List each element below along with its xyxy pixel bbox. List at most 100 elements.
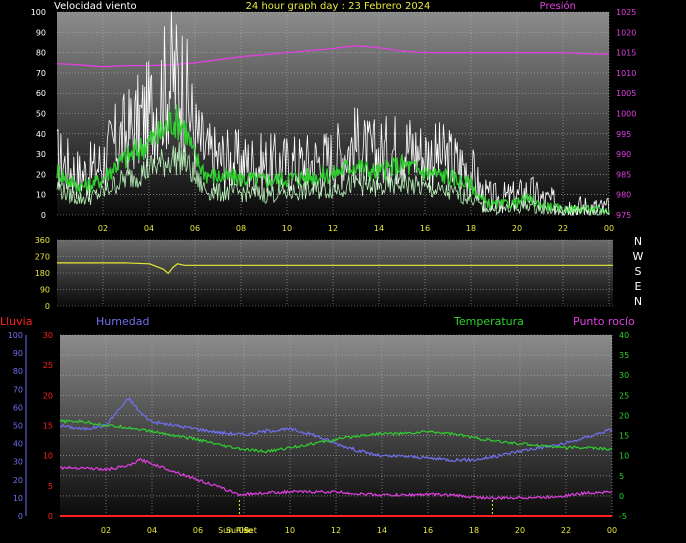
x-tick-label: 04	[144, 224, 154, 233]
temperature-axis-ticks: -5 0 5 10 15 20 25 30 35 40	[619, 331, 629, 521]
wind-tick-label: 40	[36, 130, 46, 139]
x-tick-label: 14	[374, 224, 384, 233]
pressure-tick-label: 980	[616, 191, 631, 200]
wind-tick-label: 100	[31, 8, 46, 17]
direction-plot-area	[57, 240, 613, 306]
lluvia-tick-label: 10	[43, 452, 53, 461]
wind-tick-label: 10	[36, 191, 46, 200]
humedad-tick-label: 80	[13, 367, 23, 376]
x-tick-label: 04	[147, 526, 157, 535]
wind-tick-label: 50	[36, 110, 46, 119]
temperature-tick-label: 15	[619, 432, 629, 441]
x-tick-label: 16	[420, 224, 430, 233]
pressure-tick-label: 1000	[616, 110, 636, 119]
lluvia-tick-label: 20	[43, 391, 53, 400]
temperature-tick-label: 10	[619, 452, 629, 461]
lluvia-tick-label: 30	[43, 331, 53, 340]
x-tick-label: 10	[282, 224, 292, 233]
humedad-tick-label: 90	[13, 349, 23, 358]
direction-axis-ticks: 0 90 180 270 360	[35, 236, 50, 311]
weather-graph: Velocidad viento 24 hour graph day : 23 …	[0, 0, 644, 535]
pressure-tick-label: 990	[616, 150, 631, 159]
humedad-tick-label: 20	[13, 476, 23, 485]
punto-rocio-title: Punto rocío	[573, 315, 635, 328]
temperature-tick-label: 30	[619, 371, 629, 380]
humedad-title: Humedad	[96, 315, 149, 328]
lluvia-tick-label: 25	[43, 361, 53, 370]
pressure-tick-label: 995	[616, 130, 631, 139]
temperature-tick-label: 25	[619, 391, 629, 400]
x-tick-label: 22	[561, 526, 571, 535]
direction-tick-label: 360	[35, 236, 50, 245]
wind-tick-label: 90	[36, 28, 46, 37]
pressure-tick-label: 1005	[616, 89, 636, 98]
x-tick-label: 08	[236, 224, 246, 233]
temperature-tick-label: 20	[619, 411, 629, 420]
humedad-tick-label: 100	[8, 331, 23, 340]
x-tick-label: 12	[328, 224, 338, 233]
x-tick-label: 16	[423, 526, 433, 535]
x-tick-label: 12	[331, 526, 341, 535]
compass-labels: NWSEN	[633, 235, 644, 308]
temperatura-title: Temperatura	[453, 315, 524, 328]
pressure-tick-label: 1025	[616, 8, 636, 17]
direction-tick-label: 90	[40, 286, 50, 295]
wind-title: Velocidad viento	[54, 1, 137, 12]
x-tick-label: 06	[193, 526, 203, 535]
wind-tick-label: 70	[36, 69, 46, 78]
x-tick-label: 14	[377, 526, 387, 535]
humedad-tick-label: 30	[13, 458, 23, 467]
compass-label: E	[635, 280, 642, 293]
wind-axis-ticks: 0 10 20 30 40 50 60 70 80 90 100	[31, 8, 46, 220]
climate-x-ticks: 02 04 06 08 10 12 14 16 18 20 22 00	[101, 526, 617, 535]
pressure-axis-ticks: 975 980 985 990 995 1000 1005 1010 1015 1020 1025	[616, 8, 636, 220]
temperature-tick-label: 5	[619, 472, 624, 481]
humedad-tick-label: 50	[13, 422, 23, 431]
x-tick-label: 00	[604, 224, 614, 233]
x-tick-label: 18	[469, 526, 479, 535]
temperature-tick-label: 40	[619, 331, 629, 340]
lluvia-tick-label: 5	[48, 482, 53, 491]
lluvia-title: Lluvia	[0, 315, 32, 328]
x-tick-label: 02	[101, 526, 111, 535]
direction-tick-label: 180	[35, 269, 50, 278]
x-tick-label: 20	[515, 526, 525, 535]
wind-tick-label: 80	[36, 49, 46, 58]
humedad-tick-label: 40	[13, 440, 23, 449]
compass-label: N	[634, 295, 642, 308]
x-tick-label: 00	[607, 526, 617, 535]
humedad-tick-label: 60	[13, 403, 23, 412]
wind-tick-label: 0	[41, 211, 46, 220]
temperature-tick-label: 35	[619, 351, 629, 360]
humedad-tick-label: 70	[13, 385, 23, 394]
x-tick-label: 10	[285, 526, 295, 535]
wind-tick-label: 60	[36, 89, 46, 98]
wind-tick-label: 30	[36, 150, 46, 159]
compass-label: N	[634, 235, 642, 248]
compass-label: S	[635, 265, 642, 278]
x-tick-label: 22	[558, 224, 568, 233]
pressure-tick-label: 975	[616, 211, 631, 220]
temperature-tick-label: 0	[619, 492, 624, 501]
humedad-tick-label: 0	[18, 512, 23, 521]
pressure-tick-label: 985	[616, 170, 631, 179]
pressure-tick-label: 1020	[616, 28, 636, 37]
wind-tick-label: 20	[36, 170, 46, 179]
direction-tick-label: 270	[35, 253, 50, 262]
compass-label: W	[633, 250, 644, 263]
direction-tick-label: 0	[45, 302, 50, 311]
wind-x-ticks: 02 04 06 08 10 12 14 16 18 20 22 00	[98, 224, 614, 233]
pressure-tick-label: 1010	[616, 69, 636, 78]
lluvia-axis-ticks: 0 5 10 15 20 25 30	[43, 331, 53, 521]
pressure-tick-label: 1015	[616, 49, 636, 58]
humedad-tick-label: 10	[13, 494, 23, 503]
humedad-axis-ticks: 0 10 20 30 40 50 60 70 80 90 100	[8, 331, 27, 521]
x-tick-label: 02	[98, 224, 108, 233]
x-tick-label: 06	[190, 224, 200, 233]
lluvia-tick-label: 15	[43, 422, 53, 431]
x-tick-label: 20	[512, 224, 522, 233]
lluvia-tick-label: 0	[48, 512, 53, 521]
x-tick-label: 18	[466, 224, 476, 233]
sun-set-label: Sun Set	[226, 526, 257, 535]
chart-title: 24 hour graph day : 23 Febrero 2024	[246, 1, 431, 12]
